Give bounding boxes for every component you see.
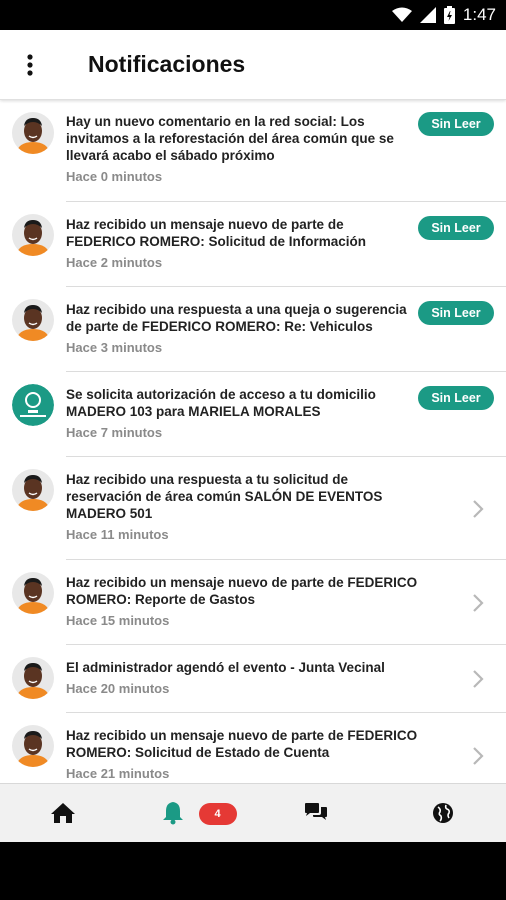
signal-icon bbox=[419, 7, 436, 23]
person-avatar bbox=[12, 657, 54, 699]
app-window: Notificaciones Hay un nuevo comentario e… bbox=[0, 30, 506, 842]
bell-icon bbox=[162, 802, 183, 825]
unread-badge: Sin Leer bbox=[418, 386, 494, 410]
notification-time: Hace 2 minutos bbox=[66, 255, 163, 270]
unread-badge: Sin Leer bbox=[418, 301, 494, 325]
notification-message: Hay un nuevo comentario en la red social… bbox=[66, 114, 394, 163]
unread-badge: Sin Leer bbox=[418, 112, 494, 136]
person-avatar bbox=[12, 112, 54, 154]
notification-message: Haz recibido un mensaje nuevo de parte d… bbox=[66, 728, 418, 760]
notification-item[interactable]: Haz recibido un mensaje nuevo de parte d… bbox=[12, 560, 506, 645]
nav-notifications[interactable]: 4 bbox=[127, 784, 254, 842]
notification-item[interactable]: Haz recibido un mensaje nuevo de parte d… bbox=[12, 202, 506, 287]
notification-message: Haz recibido un mensaje nuevo de parte d… bbox=[66, 575, 418, 607]
chevron-right-icon[interactable] bbox=[472, 669, 484, 689]
battery-icon bbox=[443, 6, 455, 24]
person-avatar bbox=[12, 469, 54, 511]
notification-message: El administrador agendó el evento - Junt… bbox=[66, 660, 385, 675]
wifi-icon bbox=[391, 7, 412, 23]
page-title: Notificaciones bbox=[88, 51, 246, 77]
chevron-right-icon[interactable] bbox=[472, 746, 484, 766]
notification-time: Hace 11 minutos bbox=[66, 527, 169, 542]
notification-item[interactable]: Hay un nuevo comentario en la red social… bbox=[12, 100, 506, 202]
phone-screen: 1:47 Notificaciones Hay un nuevo comenta… bbox=[0, 0, 506, 900]
app-bar: Notificaciones bbox=[0, 30, 506, 100]
status-time: 1:47 bbox=[462, 5, 496, 24]
person-avatar bbox=[12, 214, 54, 256]
globe-icon bbox=[432, 803, 453, 823]
notification-time: Hace 15 minutos bbox=[66, 613, 170, 628]
notification-item[interactable]: Haz recibido una respuesta a una queja o… bbox=[12, 287, 506, 372]
notification-list[interactable]: Hay un nuevo comentario en la red social… bbox=[0, 100, 506, 783]
notification-item[interactable]: Haz recibido un mensaje nuevo de parte d… bbox=[12, 713, 506, 783]
unread-badge: Sin Leer bbox=[418, 216, 494, 240]
person-avatar bbox=[12, 299, 54, 341]
chat-icon bbox=[305, 803, 328, 820]
notification-time: Hace 7 minutos bbox=[66, 425, 163, 440]
notification-message: Haz recibido un mensaje nuevo de parte d… bbox=[66, 217, 367, 249]
notification-time: Hace 20 minutos bbox=[66, 681, 170, 696]
notification-count-badge: 4 bbox=[198, 803, 237, 825]
person-avatar bbox=[12, 725, 54, 767]
chevron-right-icon[interactable] bbox=[472, 593, 484, 613]
notification-item[interactable]: El administrador agendó el evento - Junt… bbox=[12, 645, 506, 713]
notification-time: Hace 21 minutos bbox=[66, 766, 170, 781]
notification-time: Hace 3 minutos bbox=[66, 340, 163, 355]
chevron-right-icon[interactable] bbox=[472, 499, 484, 519]
nav-globe[interactable] bbox=[380, 784, 506, 842]
person-avatar bbox=[12, 572, 54, 614]
overflow-menu-button[interactable] bbox=[0, 30, 60, 100]
home-icon bbox=[51, 803, 76, 823]
bottom-navigation: 4 bbox=[0, 783, 506, 842]
more-vert-icon bbox=[27, 53, 33, 76]
seguridad-logo bbox=[12, 384, 54, 426]
status-bar: 1:47 bbox=[0, 0, 506, 30]
notification-item[interactable]: Se solicita autorización de acceso a tu … bbox=[12, 372, 506, 457]
notification-item[interactable]: Haz recibido una respuesta a tu solicitu… bbox=[12, 457, 506, 560]
notification-message: Se solicita autorización de acceso a tu … bbox=[66, 387, 376, 419]
notification-message: Haz recibido una respuesta a tu solicitu… bbox=[66, 472, 383, 521]
notification-message: Haz recibido una respuesta a una queja o… bbox=[66, 302, 407, 334]
nav-home[interactable] bbox=[0, 784, 127, 842]
nav-chat[interactable] bbox=[253, 784, 380, 842]
notification-time: Hace 0 minutos bbox=[66, 169, 163, 184]
